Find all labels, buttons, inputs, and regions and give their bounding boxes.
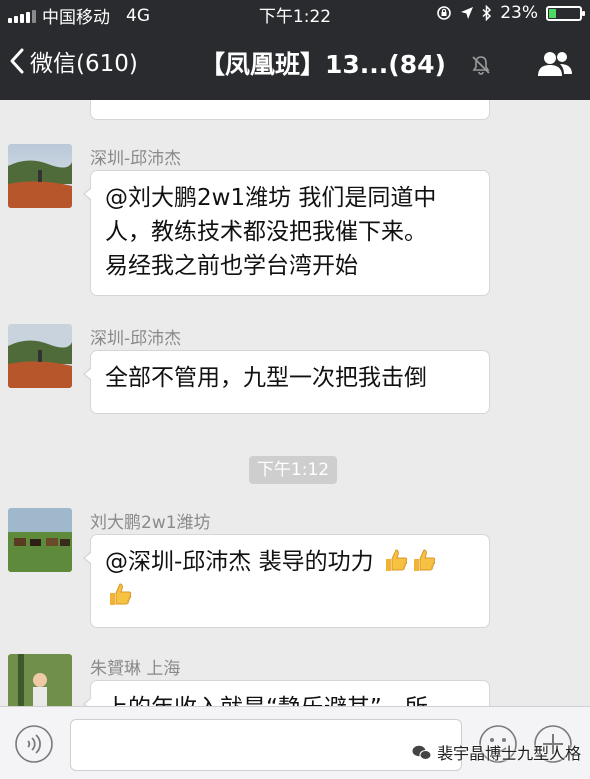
message-line: 上的年收入就是“静乐避其”，所 [105,691,475,706]
message-bubble[interactable] [90,100,490,120]
avatar[interactable] [8,508,72,572]
thumbs-up-emoji-icon [385,549,408,571]
battery-percent: 23% [500,3,538,23]
back-button[interactable]: 微信(610) [8,44,138,78]
back-label: 微信(610) [30,51,138,77]
chevron-left-icon [10,48,24,74]
avatar[interactable] [8,144,72,208]
message-bubble[interactable]: 全部不管用，九型一次把我击倒 [83,350,490,414]
sender-name: 深圳-邱沛杰 [90,329,182,349]
timestamp-divider: 下午1:12 [249,456,337,484]
status-bar: 中国移动 4G 下午1:22 23% [0,0,590,28]
sender-name: 深圳-邱沛杰 [90,149,182,169]
message-line: @刘大鹏2w1潍坊 我们是同道中 [105,185,437,211]
chat-header: 微信(610) 【凤凰班】13...(84) [0,26,590,100]
chat-title: 【凤凰班】13...(84) [200,50,446,79]
avatar[interactable] [8,324,72,388]
chat-area[interactable]: 深圳-邱沛杰 @刘大鹏2w1潍坊 我们是同道中 人，教练技术都没把我催下来。 易… [0,100,590,706]
message-bubble[interactable]: @刘大鹏2w1潍坊 我们是同道中 人，教练技术都没把我催下来。 易经我之前也学台… [83,170,490,296]
message-line: 全部不管用，九型一次把我击倒 [105,365,427,391]
message-line: @深圳-邱沛杰 裴导的功力 [105,549,374,575]
message-bubble[interactable]: @深圳-邱沛杰 裴导的功力 [83,534,490,628]
watermark: 裴宇晶博士九型人格 [412,740,581,764]
battery-icon [546,5,585,21]
mute-bell-icon [472,56,490,75]
message-input[interactable] [70,719,462,771]
message-line: 人，教练技术都没把我催下来。 [105,219,427,245]
thumbs-up-emoji-icon [413,549,436,571]
contacts-icon[interactable] [536,50,574,78]
message-line: 易经我之前也学台湾开始 [105,253,358,279]
voice-icon[interactable] [14,724,54,764]
lock-rotation-icon [437,6,452,20]
thumbs-up-emoji-icon [110,583,132,605]
sender-name: 朱贇琳 上海 [90,659,181,679]
watermark-text: 裴宇晶博士九型人格 [437,744,582,763]
wechat-logo-icon [412,745,432,760]
message-bubble[interactable]: 上的年收入就是“静乐避其”，所 [83,680,490,706]
bluetooth-icon [482,5,492,21]
avatar[interactable] [8,654,72,706]
sender-name: 刘大鹏2w1潍坊 [90,513,211,533]
location-icon [461,7,474,19]
